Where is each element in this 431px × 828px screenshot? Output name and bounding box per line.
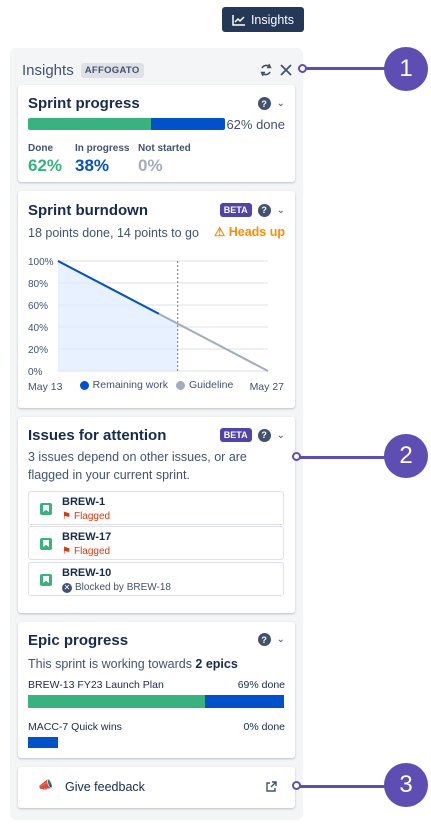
legend-dot-remaining [79,380,89,390]
issue-key: BREW-17 [62,531,112,543]
flag-icon: ⚑ [62,546,71,557]
flag-icon: ⚑ [62,511,71,522]
callout-line-1 [303,67,387,70]
callout-dot-1 [298,64,307,73]
close-icon[interactable] [279,63,293,77]
callout-line-2 [297,456,387,459]
burndown-summary: 18 points done, 14 points to go [28,226,199,240]
y-tick-label: 60% [28,301,48,312]
epic-percent: 69% done [237,679,285,691]
legend-dot-guideline [175,380,185,390]
epic-title: Epic progress [28,632,129,649]
story-icon [40,503,52,515]
sprint-progress-card: Sprint progress ? ⌄ 62% done Done 62% In… [18,85,295,182]
issues-attention-card: Issues for attention BETA ? ⌄ 3 issues d… [18,417,295,613]
y-tick-label: 80% [28,279,48,290]
issue-card[interactable]: BREW-10 ✕ Blocked by BREW-18 [28,562,284,596]
y-tick-label: 0% [28,367,43,378]
external-link-icon[interactable] [265,781,277,793]
give-feedback-label: Give feedback [65,780,145,794]
issue-card[interactable]: BREW-1 ⚑ Flagged [28,491,284,525]
help-icon[interactable]: ? [257,428,271,442]
beta-badge: BETA [219,428,252,442]
y-tick-label: 100% [28,257,54,268]
chevron-down-icon[interactable]: ⌄ [277,205,285,216]
progress-done-bar [28,118,151,130]
y-tick-label: 20% [28,345,48,356]
callout-dot-2 [292,452,301,461]
chart-legend: Remaining work Guideline [18,379,295,391]
trend-chart-icon [232,14,245,26]
attention-description: 3 issues depend on other issues, or are … [28,450,247,482]
give-feedback-card[interactable]: 📣 Give feedback [18,767,295,808]
progress-inprogress-bar [151,118,225,130]
callout-badge-3: 3 [384,763,428,807]
callout-badge-1: 1 [384,47,428,91]
help-icon[interactable]: ? [257,97,271,110]
story-icon [40,574,52,586]
insights-button-label: Insights [250,12,295,27]
legend-remaining: Remaining work [92,379,168,391]
callout-line-3 [297,785,387,788]
elapsed-area [58,261,178,371]
panel-header: Insights AFFOGATO [22,60,293,80]
callout-badge-2: 2 [384,434,428,478]
chevron-down-icon[interactable]: ⌄ [277,98,285,109]
epic-done-bar [28,695,205,708]
blocked-icon: ✕ [62,582,72,593]
beta-badge: BETA [219,203,252,217]
y-tick-label: 40% [28,323,48,334]
refresh-icon[interactable] [259,63,273,77]
stat-in-progress: In progress 38% [75,143,130,175]
insights-button[interactable]: Insights [222,7,304,32]
insights-panel: Insights AFFOGATO Sprint progress ? ⌄ 62… [10,48,303,820]
legend-guideline: Guideline [188,379,234,391]
stat-done: Done 62% [28,143,63,175]
chevron-down-icon[interactable]: ⌄ [277,430,285,441]
epic-progress-card: Epic progress ? ⌄ This sprint is working… [18,622,295,758]
megaphone-icon: 📣 [38,778,53,792]
issue-key: BREW-1 [62,496,106,508]
board-tag: AFFOGATO [80,62,144,78]
sprint-progress-title: Sprint progress [28,95,140,112]
attention-title: Issues for attention [28,427,167,444]
stat-not-started: Not started 0% [138,143,191,175]
callout-dot-3 [292,781,301,790]
help-icon[interactable]: ? [257,633,271,646]
panel-title: Insights [22,61,74,79]
story-icon [40,538,52,550]
issue-status: Flagged [73,546,111,557]
heads-up-warning[interactable]: ⚠ Heads up [214,224,285,239]
epic-percent: 0% done [243,721,285,733]
epic-name[interactable]: MACC-7 Quick wins [28,721,122,733]
issue-key: BREW-10 [62,567,112,579]
sprint-burndown-card: Sprint burndown BETA ? ⌄ 18 points done,… [18,191,295,408]
epic-remaining-bar [205,695,284,708]
help-icon[interactable]: ? [257,203,271,217]
chevron-down-icon[interactable]: ⌄ [277,634,285,645]
issue-status: Flagged [73,511,111,522]
issue-card[interactable]: BREW-17 ⚑ Flagged [28,526,284,560]
sprint-done-percent: 62% done [226,117,285,132]
issue-status: Blocked by BREW-18 [75,582,171,593]
epic-summary: This sprint is working towards 2 epics [28,657,238,671]
epic-remaining-bar [28,737,58,748]
burndown-title: Sprint burndown [28,202,148,219]
epic-name[interactable]: BREW-13 FY23 Launch Plan [28,679,164,691]
